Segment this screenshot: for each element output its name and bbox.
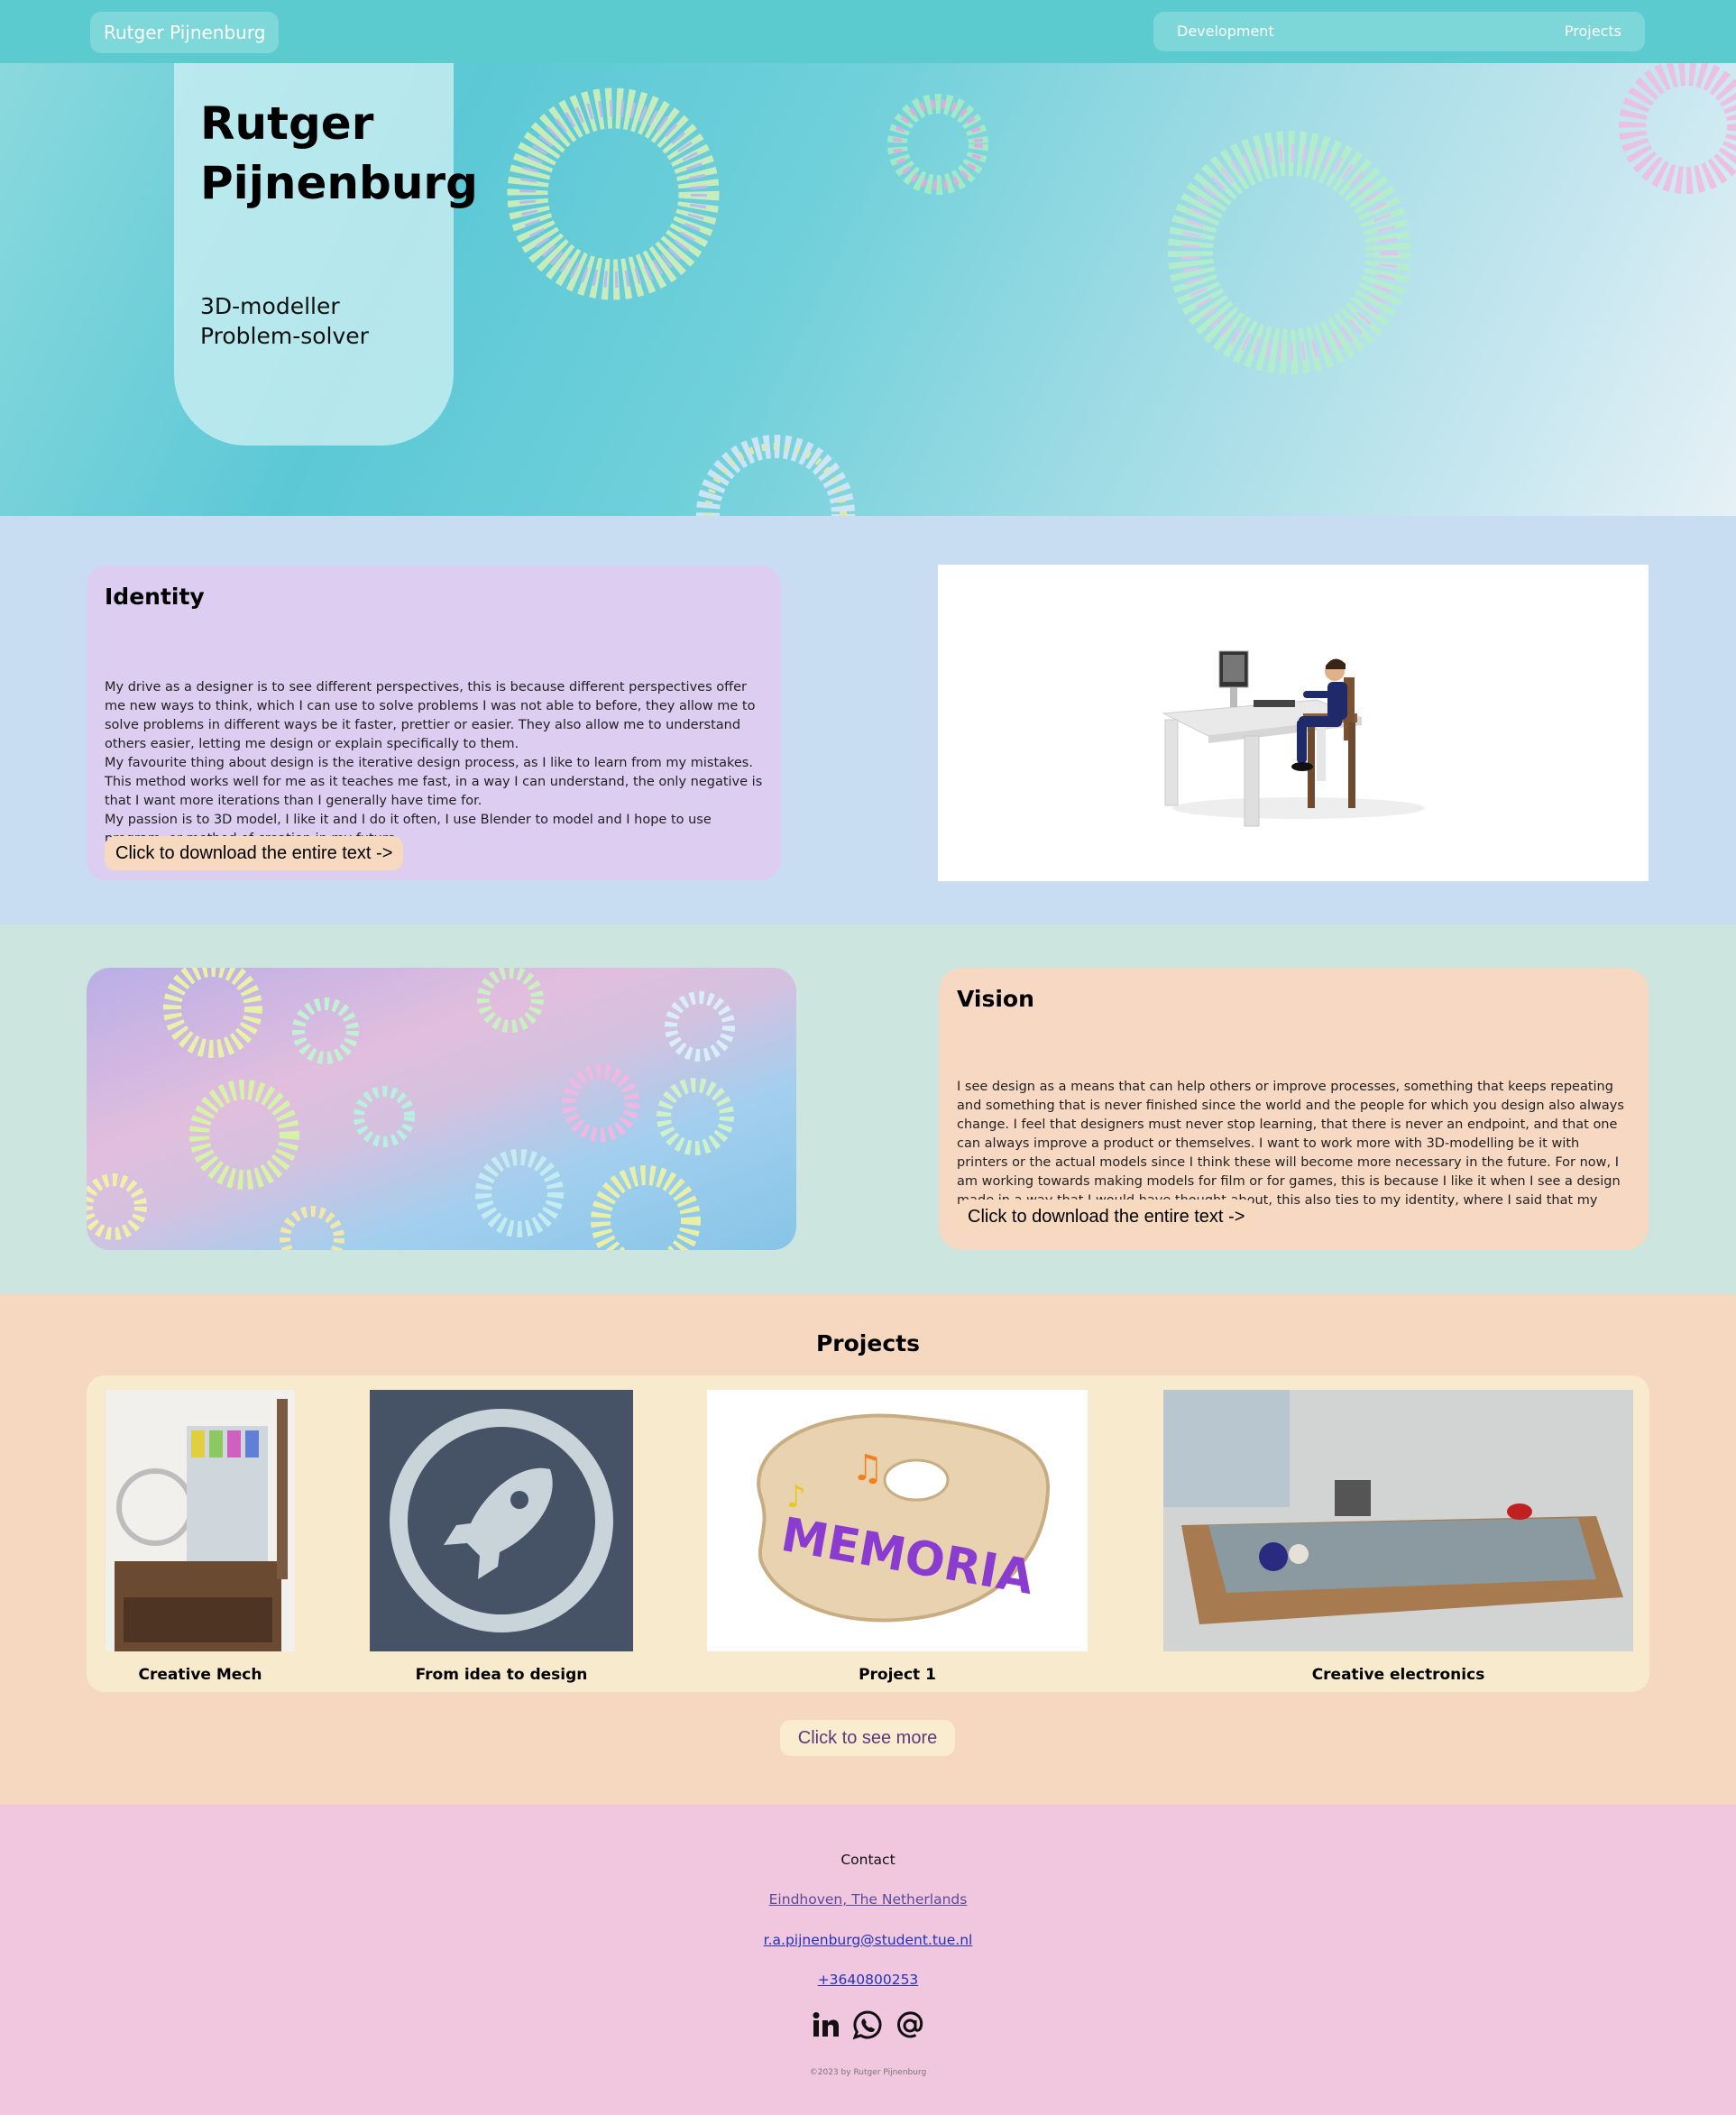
phone-link[interactable]: +3640800253 xyxy=(818,1972,919,1988)
identity-desk-image xyxy=(938,565,1649,881)
bubbles-illustration xyxy=(87,968,735,1250)
memoria-palette-illustration: ♫ ♪ MEMORIA xyxy=(757,1413,1051,1623)
hero-banner: Rutger Pijnenburg 3D-modeller Problem-so… xyxy=(0,63,1736,516)
hero-name: Rutger Pijnenburg xyxy=(200,97,478,209)
footer: Contact Eindhoven, The Netherlands r.a.p… xyxy=(0,1805,1736,2115)
identity-download-button[interactable]: Click to download the entire text -> xyxy=(105,836,404,870)
location-link[interactable]: Eindhoven, The Netherlands xyxy=(769,1891,968,1908)
nav-links: Development Projects xyxy=(1153,12,1645,51)
hero-roles: 3D-modeller Problem-solver xyxy=(200,291,369,351)
email-link[interactable]: r.a.pijnenburg@student.tue.nl xyxy=(764,1932,973,1948)
air-hockey-table-illustration xyxy=(1163,1390,1633,1651)
vision-section: Vision I see design as a means that can … xyxy=(0,924,1736,1294)
svg-text:♫: ♫ xyxy=(851,1448,884,1489)
nav-link-projects[interactable]: Projects xyxy=(1565,12,1621,51)
rocket-icon xyxy=(390,1409,613,1632)
hero-role-2: Problem-solver xyxy=(200,323,369,349)
desk-figure-illustration xyxy=(1162,650,1425,827)
linkedin-icon[interactable] xyxy=(807,2008,843,2044)
project-title: From idea to design xyxy=(415,1666,588,1684)
project-thumbnail xyxy=(1163,1390,1633,1651)
vision-title: Vision xyxy=(957,986,1034,1012)
project-thumbnail: ♫ ♪ MEMORIA xyxy=(707,1390,1088,1651)
vision-bubbles-image xyxy=(87,968,796,1250)
vision-download-button[interactable]: Click to download the entire text -> xyxy=(957,1200,1256,1234)
identity-card: Identity My drive as a designer is to se… xyxy=(87,566,781,880)
copyright-text: ©2023 by Rutger Pijnenburg xyxy=(809,2068,927,2077)
at-sign-icon[interactable] xyxy=(892,2008,928,2044)
project-title: Creative electronics xyxy=(1311,1666,1485,1684)
hero-name-card: Rutger Pijnenburg 3D-modeller Problem-so… xyxy=(174,63,478,446)
identity-text: My drive as a designer is to see differe… xyxy=(105,678,763,849)
social-icons xyxy=(807,2008,929,2044)
brand-home-link[interactable]: Rutger Pijnenburg xyxy=(90,12,280,53)
see-more-button[interactable]: Click to see more xyxy=(780,1720,955,1756)
whatsapp-icon[interactable] xyxy=(850,2008,886,2044)
project-title: Creative Mech xyxy=(138,1666,262,1684)
projects-heading: Projects xyxy=(815,1330,920,1356)
nav-link-development[interactable]: Development xyxy=(1177,12,1274,51)
contact-heading: Contact xyxy=(840,1852,896,1868)
identity-title: Identity xyxy=(105,584,205,610)
project-thumbnail xyxy=(106,1390,295,1651)
project-title: Project 1 xyxy=(859,1666,936,1684)
identity-paragraph: My favourite thing about design is the i… xyxy=(105,756,763,808)
hero-role-1: 3D-modeller xyxy=(200,293,340,319)
top-navbar: Rutger Pijnenburg Development Projects xyxy=(0,0,1736,63)
identity-paragraph: My drive as a designer is to see differe… xyxy=(105,680,756,751)
marble-machine-illustration xyxy=(106,1390,295,1651)
projects-panel: Creative Mech From idea to design ♫ ♪ ME… xyxy=(87,1375,1649,1692)
projects-section: Projects Creative Mech From idea to desi… xyxy=(0,1294,1736,1805)
vision-card: Vision I see design as a means that can … xyxy=(939,968,1649,1250)
project-thumbnail xyxy=(370,1390,633,1651)
identity-section: Identity My drive as a designer is to se… xyxy=(0,516,1736,924)
